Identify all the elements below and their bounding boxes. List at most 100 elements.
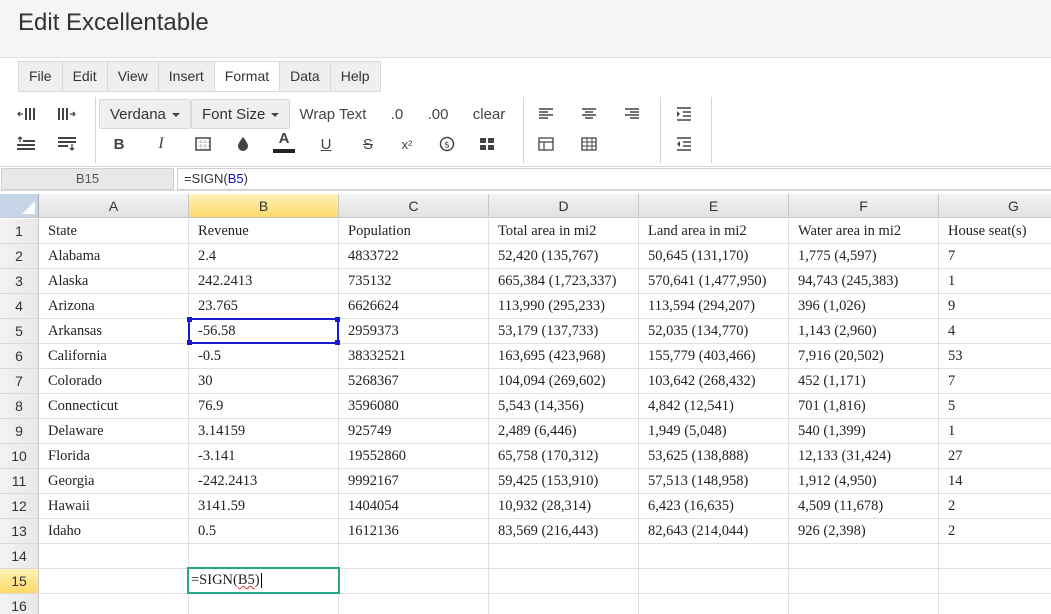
- menu-edit[interactable]: Edit: [63, 62, 108, 91]
- align-left-icon[interactable]: [535, 100, 557, 128]
- cell-a7[interactable]: Colorado: [39, 369, 189, 394]
- cell-b2[interactable]: 2.4: [189, 244, 339, 269]
- cell-a8[interactable]: Connecticut: [39, 394, 189, 419]
- cell-g4[interactable]: 9: [939, 294, 1051, 319]
- cell-e6[interactable]: 155,779 (403,466): [639, 344, 789, 369]
- cell-a1[interactable]: State: [39, 219, 189, 244]
- cell-f8[interactable]: 701 (1,816): [789, 394, 939, 419]
- bold-button[interactable]: B: [108, 130, 130, 158]
- row-header-7[interactable]: 7: [0, 369, 39, 394]
- cell-g13[interactable]: 2: [939, 519, 1051, 544]
- column-header-e[interactable]: E: [639, 194, 789, 218]
- cell-e5[interactable]: 52,035 (134,770): [639, 319, 789, 344]
- cell-c1[interactable]: Population: [339, 219, 489, 244]
- cell-c13[interactable]: 1612136: [339, 519, 489, 544]
- fill-color-icon[interactable]: [232, 130, 254, 158]
- cell-d7[interactable]: 104,094 (269,602): [489, 369, 639, 394]
- row-header-1[interactable]: 1: [0, 219, 39, 244]
- row-header-16[interactable]: 16: [0, 594, 39, 614]
- cell-e12[interactable]: 6,423 (16,635): [639, 494, 789, 519]
- align-right-icon[interactable]: [621, 100, 643, 128]
- cell-c16[interactable]: [339, 594, 489, 614]
- cell-g10[interactable]: 27: [939, 444, 1051, 469]
- cell-b10[interactable]: -3.141: [189, 444, 339, 469]
- cell-e11[interactable]: 57,513 (148,958): [639, 469, 789, 494]
- row-header-2[interactable]: 2: [0, 244, 39, 269]
- cell-b12[interactable]: 3141.59: [189, 494, 339, 519]
- cell-c10[interactable]: 19552860: [339, 444, 489, 469]
- menu-data[interactable]: Data: [280, 62, 331, 91]
- cell-d15[interactable]: [489, 569, 639, 594]
- cell-g1[interactable]: House seat(s): [939, 219, 1051, 244]
- menu-format[interactable]: Format: [214, 62, 281, 91]
- row-header-4[interactable]: 4: [0, 294, 39, 319]
- formula-input[interactable]: =SIGN(B5): [177, 168, 1051, 190]
- cell-g9[interactable]: 1: [939, 419, 1051, 444]
- cell-c3[interactable]: 735132: [339, 269, 489, 294]
- cell-f14[interactable]: [789, 544, 939, 569]
- select-all-corner[interactable]: [0, 194, 39, 218]
- cell-f11[interactable]: 1,912 (4,950): [789, 469, 939, 494]
- cell-e2[interactable]: 50,645 (131,170): [639, 244, 789, 269]
- cell-g11[interactable]: 14: [939, 469, 1051, 494]
- row-header-8[interactable]: 8: [0, 394, 39, 419]
- cell-d11[interactable]: 59,425 (153,910): [489, 469, 639, 494]
- outdent-icon[interactable]: [673, 130, 695, 158]
- cell-editor[interactable]: =SIGN(B5): [187, 567, 340, 594]
- cell-c14[interactable]: [339, 544, 489, 569]
- row-header-11[interactable]: 11: [0, 469, 39, 494]
- cell-d16[interactable]: [489, 594, 639, 614]
- cell-e9[interactable]: 1,949 (5,048): [639, 419, 789, 444]
- cell-a11[interactable]: Georgia: [39, 469, 189, 494]
- row-header-15[interactable]: 15: [0, 569, 39, 594]
- row-header-13[interactable]: 13: [0, 519, 39, 544]
- cell-b5[interactable]: -56.58: [189, 319, 339, 344]
- cell-b11[interactable]: -242.2413: [189, 469, 339, 494]
- row-header-12[interactable]: 12: [0, 494, 39, 519]
- cell-d3[interactable]: 665,384 (1,723,337): [489, 269, 639, 294]
- cell-f12[interactable]: 4,509 (11,678): [789, 494, 939, 519]
- increase-decimal-button[interactable]: .00: [423, 100, 453, 128]
- row-header-9[interactable]: 9: [0, 419, 39, 444]
- cell-e4[interactable]: 113,594 (294,207): [639, 294, 789, 319]
- superscript-button[interactable]: x²: [396, 130, 418, 158]
- column-header-a[interactable]: A: [39, 194, 189, 218]
- row-header-3[interactable]: 3: [0, 269, 39, 294]
- cell-f9[interactable]: 540 (1,399): [789, 419, 939, 444]
- cell-f10[interactable]: 12,133 (31,424): [789, 444, 939, 469]
- row-header-14[interactable]: 14: [0, 544, 39, 569]
- cell-a6[interactable]: California: [39, 344, 189, 369]
- cell-b1[interactable]: Revenue: [189, 219, 339, 244]
- underline-button[interactable]: U: [315, 130, 337, 158]
- cell-g14[interactable]: [939, 544, 1051, 569]
- cell-b16[interactable]: [189, 594, 339, 614]
- cell-f13[interactable]: 926 (2,398): [789, 519, 939, 544]
- column-header-b[interactable]: B: [189, 194, 339, 218]
- cell-a10[interactable]: Florida: [39, 444, 189, 469]
- cell-d14[interactable]: [489, 544, 639, 569]
- cell-b8[interactable]: 76.9: [189, 394, 339, 419]
- cell-d6[interactable]: 163,695 (423,968): [489, 344, 639, 369]
- cell-g2[interactable]: 7: [939, 244, 1051, 269]
- cell-a4[interactable]: Arizona: [39, 294, 189, 319]
- cell-d8[interactable]: 5,543 (14,356): [489, 394, 639, 419]
- cell-c4[interactable]: 6626624: [339, 294, 489, 319]
- currency-icon[interactable]: $: [436, 130, 458, 158]
- cell-c2[interactable]: 4833722: [339, 244, 489, 269]
- cell-d9[interactable]: 2,489 (6,446): [489, 419, 639, 444]
- cell-c15[interactable]: [339, 569, 489, 594]
- column-header-c[interactable]: C: [339, 194, 489, 218]
- cell-g15[interactable]: [939, 569, 1051, 594]
- cell-d1[interactable]: Total area in mi2: [489, 219, 639, 244]
- cell-e3[interactable]: 570,641 (1,477,950): [639, 269, 789, 294]
- cell-c9[interactable]: 925749: [339, 419, 489, 444]
- cell-d2[interactable]: 52,420 (135,767): [489, 244, 639, 269]
- cell-a9[interactable]: Delaware: [39, 419, 189, 444]
- column-header-g[interactable]: G: [939, 194, 1051, 218]
- cell-f4[interactable]: 396 (1,026): [789, 294, 939, 319]
- cell-d10[interactable]: 65,758 (170,312): [489, 444, 639, 469]
- cell-c11[interactable]: 9992167: [339, 469, 489, 494]
- cell-e13[interactable]: 82,643 (214,044): [639, 519, 789, 544]
- cell-g6[interactable]: 53: [939, 344, 1051, 369]
- cell-reference-box[interactable]: B15: [1, 168, 174, 190]
